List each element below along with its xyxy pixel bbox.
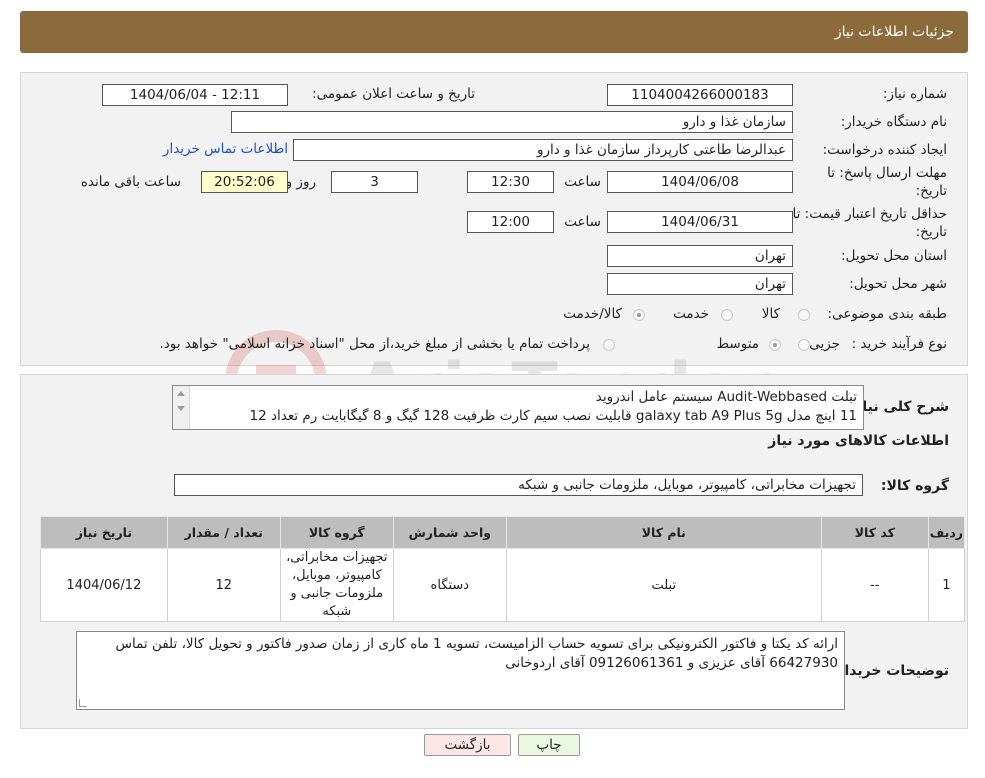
category-label: طبقه بندی موضوعی: — [827, 306, 947, 322]
description-scrollbar[interactable] — [173, 386, 190, 429]
cell-date: 1404/06/12 — [40, 548, 168, 622]
goods-section-title: اطلاعات کالاهای مورد نیاز — [768, 433, 949, 449]
col-code: کد کالا — [820, 516, 929, 549]
goods-group-field[interactable]: تجهیزات مخابراتی، کامپیوتر، موبایل، ملزو… — [174, 474, 863, 496]
category-radio-goods[interactable] — [798, 309, 810, 321]
description-line-1: تبلت Audit-Webbased سیستم عامل اندروید — [595, 389, 857, 405]
purchase-option-minor: جزیی — [809, 336, 840, 352]
deadline-time-field[interactable]: 12:30 — [467, 171, 554, 193]
days-field[interactable]: 3 — [331, 171, 418, 193]
need-number-field[interactable]: 1104004266000183 — [607, 84, 793, 106]
goods-panel: شرح کلی نیاز: تبلت Audit-Webbased سیستم … — [20, 374, 968, 729]
creator-field[interactable]: عبدالرضا طاعتی کارپرداز سازمان غذا و دار… — [293, 139, 793, 161]
category-option-goods: کالا — [761, 306, 780, 322]
cell-name: تبلت — [505, 548, 822, 622]
buyer-notes-text: ارائه کد یکتا و فاکتور الکترونیکی برای ت… — [115, 636, 839, 671]
city-label: شهر محل تحویل: — [849, 276, 947, 292]
deadline-label: مهلت ارسال پاسخ: تا — [827, 165, 947, 181]
table-row[interactable]: 1 -- تبلت دستگاه تجهیزات مخابراتی، کامپی… — [40, 548, 966, 622]
buyer-contact-link[interactable]: اطلاعات تماس خریدار — [163, 141, 288, 157]
validity-time-field[interactable]: 12:00 — [467, 211, 554, 233]
description-textarea[interactable]: تبلت Audit-Webbased سیستم عامل اندروید 1… — [172, 385, 864, 430]
scroll-up-icon[interactable] — [177, 391, 185, 396]
deadline-date-field[interactable]: 1404/06/08 — [607, 171, 793, 193]
category-option-service: خدمت — [673, 306, 709, 322]
buyer-org-label: نام دستگاه خریدار: — [840, 114, 947, 130]
info-panel: AriaTender.neT شماره نیاز: 1104004266000… — [20, 72, 968, 432]
purchase-radio-medium[interactable] — [769, 339, 781, 351]
col-row: ردیف — [927, 516, 966, 549]
need-number-label: شماره نیاز: — [882, 86, 947, 102]
col-qty: تعداد / مقدار — [166, 516, 281, 549]
page-header: جزئیات اطلاعات نیاز — [20, 11, 968, 53]
deadline-hour-label: ساعت — [564, 174, 601, 190]
description-line-2: 11 اینچ مدل galaxy tab A9 Plus 5g قابلیت… — [249, 408, 857, 424]
cell-group: تجهیزات مخابراتی، کامپیوتر، موبایل، ملزو… — [279, 548, 394, 622]
category-radio-service[interactable] — [721, 309, 733, 321]
back-button[interactable]: بازگشت — [424, 734, 511, 756]
buyer-notes-textarea[interactable]: ارائه کد یکتا و فاکتور الکترونیکی برای ت… — [76, 631, 845, 710]
announce-field[interactable]: 1404/06/04 - 12:11 — [102, 84, 288, 106]
province-field[interactable]: تهران — [607, 245, 793, 267]
deadline-label-date: تاریخ: — [915, 183, 947, 199]
purchase-radio-minor[interactable] — [798, 339, 810, 351]
city-field[interactable]: تهران — [607, 273, 793, 295]
announce-label: تاریخ و ساعت اعلان عمومی: — [312, 86, 475, 102]
goods-table: ردیف کد کالا نام کالا واحد شمارش گروه کا… — [40, 516, 966, 622]
scroll-down-icon[interactable] — [177, 406, 185, 411]
cell-code: -- — [820, 548, 929, 622]
remaining-label: ساعت باقی مانده — [80, 174, 181, 190]
creator-label: ایجاد کننده درخواست: — [822, 142, 947, 158]
category-option-goods-service: کالا/خدمت — [563, 306, 622, 322]
goods-group-label: گروه کالا: — [880, 478, 949, 494]
buyer-notes-label: توضیحات خریدار: — [830, 663, 949, 679]
validity-date-field[interactable]: 1404/06/31 — [607, 211, 793, 233]
remaining-time-field: 20:52:06 — [201, 171, 288, 193]
buyer-org-field[interactable]: سازمان غذا و دارو — [231, 111, 793, 133]
goods-table-header: ردیف کد کالا نام کالا واحد شمارش گروه کا… — [40, 516, 966, 549]
col-name: نام کالا — [505, 516, 822, 549]
province-label: استان محل تحویل: — [841, 248, 947, 264]
category-radio-goods-service[interactable] — [633, 309, 645, 321]
col-unit: واحد شمارش — [392, 516, 507, 549]
cell-unit: دستگاه — [392, 548, 507, 622]
col-date: تاریخ نیاز — [40, 516, 168, 549]
cell-qty: 12 — [166, 548, 281, 622]
page-title: جزئیات اطلاعات نیاز — [834, 24, 954, 40]
validity-label-date: تاریخ: — [915, 224, 947, 240]
resize-handle-icon[interactable] — [79, 699, 87, 707]
purchase-option-medium: متوسط — [716, 336, 759, 352]
cell-row: 1 — [927, 548, 966, 622]
validity-hour-label: ساعت — [564, 214, 601, 230]
print-button[interactable]: چاپ — [518, 734, 580, 756]
purchase-treasury-note: پرداخت تمام یا بخشی از مبلغ خرید،از محل … — [159, 336, 590, 352]
validity-label: حداقل تاریخ اعتبار قیمت: تا — [792, 206, 947, 222]
purchase-radio-treasury[interactable] — [603, 339, 615, 351]
days-label: روز و — [285, 174, 316, 190]
purchase-type-label: نوع فرآیند خرید : — [851, 336, 947, 352]
col-group: گروه کالا — [279, 516, 394, 549]
